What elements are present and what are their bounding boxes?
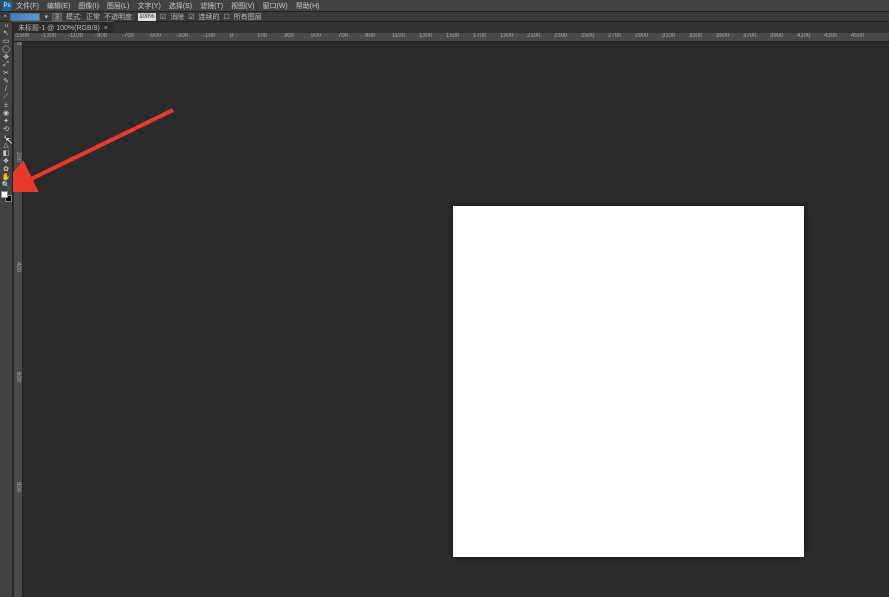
tools-panel: ↖ ▭ ◯ ✥ ⤢ ✂ ✎ / ⟋ ± ◉ ✦ ⟲ ◐ △ ◧ ❖ ✿ ✋ 🔍 [0, 22, 13, 597]
menu-file[interactable]: 文件(F) [16, 1, 39, 11]
ruler-vertical[interactable]: 0200400600800 [14, 42, 23, 597]
close-tab-icon[interactable]: × [104, 25, 108, 32]
antialias-label: 消除 [170, 12, 184, 22]
hand-tool[interactable]: ✋ [1, 173, 12, 181]
annotation-arrow [13, 100, 183, 192]
tool-icon: ▪ [4, 13, 6, 20]
antialias-check[interactable]: ☑ [160, 13, 166, 21]
opacity-label: 不透明度: [104, 12, 134, 22]
tolerance-field[interactable]: 3 [52, 13, 62, 21]
swatch-dropdown-icon[interactable]: ▾ [44, 13, 48, 21]
eyedropper-tool[interactable]: ✂ [1, 69, 12, 77]
crop-tool[interactable]: ⤢ [1, 61, 12, 69]
document-title: 未标题-1 @ 100%(RGB/8) [18, 23, 100, 33]
contiguous-label: 连续的 [198, 12, 219, 22]
foreground-color[interactable] [1, 191, 8, 198]
color-swatches[interactable] [0, 191, 13, 205]
menu-filter[interactable]: 滤镜(T) [200, 1, 223, 11]
menu-view[interactable]: 视图(V) [231, 1, 254, 11]
mode-label: 模式: [66, 12, 82, 22]
brush-tool[interactable]: / [1, 85, 12, 93]
app-logo: Ps [2, 1, 12, 11]
document-tab-bar: 未标题-1 @ 100%(RGB/8) × [0, 22, 889, 33]
type-tool[interactable]: ◧ [1, 149, 12, 157]
menu-type[interactable]: 文字(Y) [137, 1, 160, 11]
eraser-tool[interactable]: ◉ [1, 109, 12, 117]
menu-layer[interactable]: 图层(L) [107, 1, 130, 11]
menu-window[interactable]: 窗口(W) [262, 1, 287, 11]
canvas[interactable] [453, 206, 804, 557]
history-brush-tool[interactable]: ± [1, 101, 12, 109]
options-bar: ▪ ▾ 3 模式: 正常 不透明度: 100% ☑ 消除 ☑ 连续的 ☐ 所有图… [0, 11, 889, 22]
blur-tool[interactable]: ⟲ [1, 125, 12, 133]
menu-edit[interactable]: 编辑(E) [47, 1, 70, 11]
all-layers-check[interactable]: ☐ [223, 13, 229, 21]
marquee-tool[interactable]: ▭ [1, 37, 12, 45]
shape-tool[interactable]: ✿ [1, 165, 12, 173]
menu-select[interactable]: 选择(S) [169, 1, 192, 11]
move-tool[interactable]: ↖ [1, 29, 12, 37]
mode-value[interactable]: 正常 [86, 12, 100, 22]
wand-tool[interactable]: ✥ [1, 53, 12, 61]
toolbar-grip[interactable] [1, 24, 11, 27]
menu-help[interactable]: 帮助(H) [296, 1, 320, 11]
ruler-horizontal[interactable]: -1500-1300-1100-900-700-500-300-10001003… [14, 33, 889, 42]
dodge-tool[interactable]: ◐ [1, 133, 12, 141]
pen-tool[interactable]: △ [1, 141, 12, 149]
all-layers-label: 所有图层 [234, 12, 262, 22]
foreground-swatch[interactable] [10, 13, 40, 21]
healing-tool[interactable]: ✎ [1, 77, 12, 85]
opacity-field[interactable]: 100% [138, 13, 156, 21]
menu-bar: Ps 文件(F) 编辑(E) 图像(I) 图层(L) 文字(Y) 选择(S) 滤… [0, 0, 889, 11]
contiguous-check[interactable]: ☑ [188, 13, 194, 21]
zoom-tool[interactable]: 🔍 [1, 181, 12, 189]
canvas-area[interactable] [23, 42, 889, 597]
path-tool[interactable]: ❖ [1, 157, 12, 165]
stamp-tool[interactable]: ⟋ [1, 93, 12, 101]
gradient-tool[interactable]: ✦ [1, 117, 12, 125]
menu-image[interactable]: 图像(I) [78, 1, 99, 11]
lasso-tool[interactable]: ◯ [1, 45, 12, 53]
